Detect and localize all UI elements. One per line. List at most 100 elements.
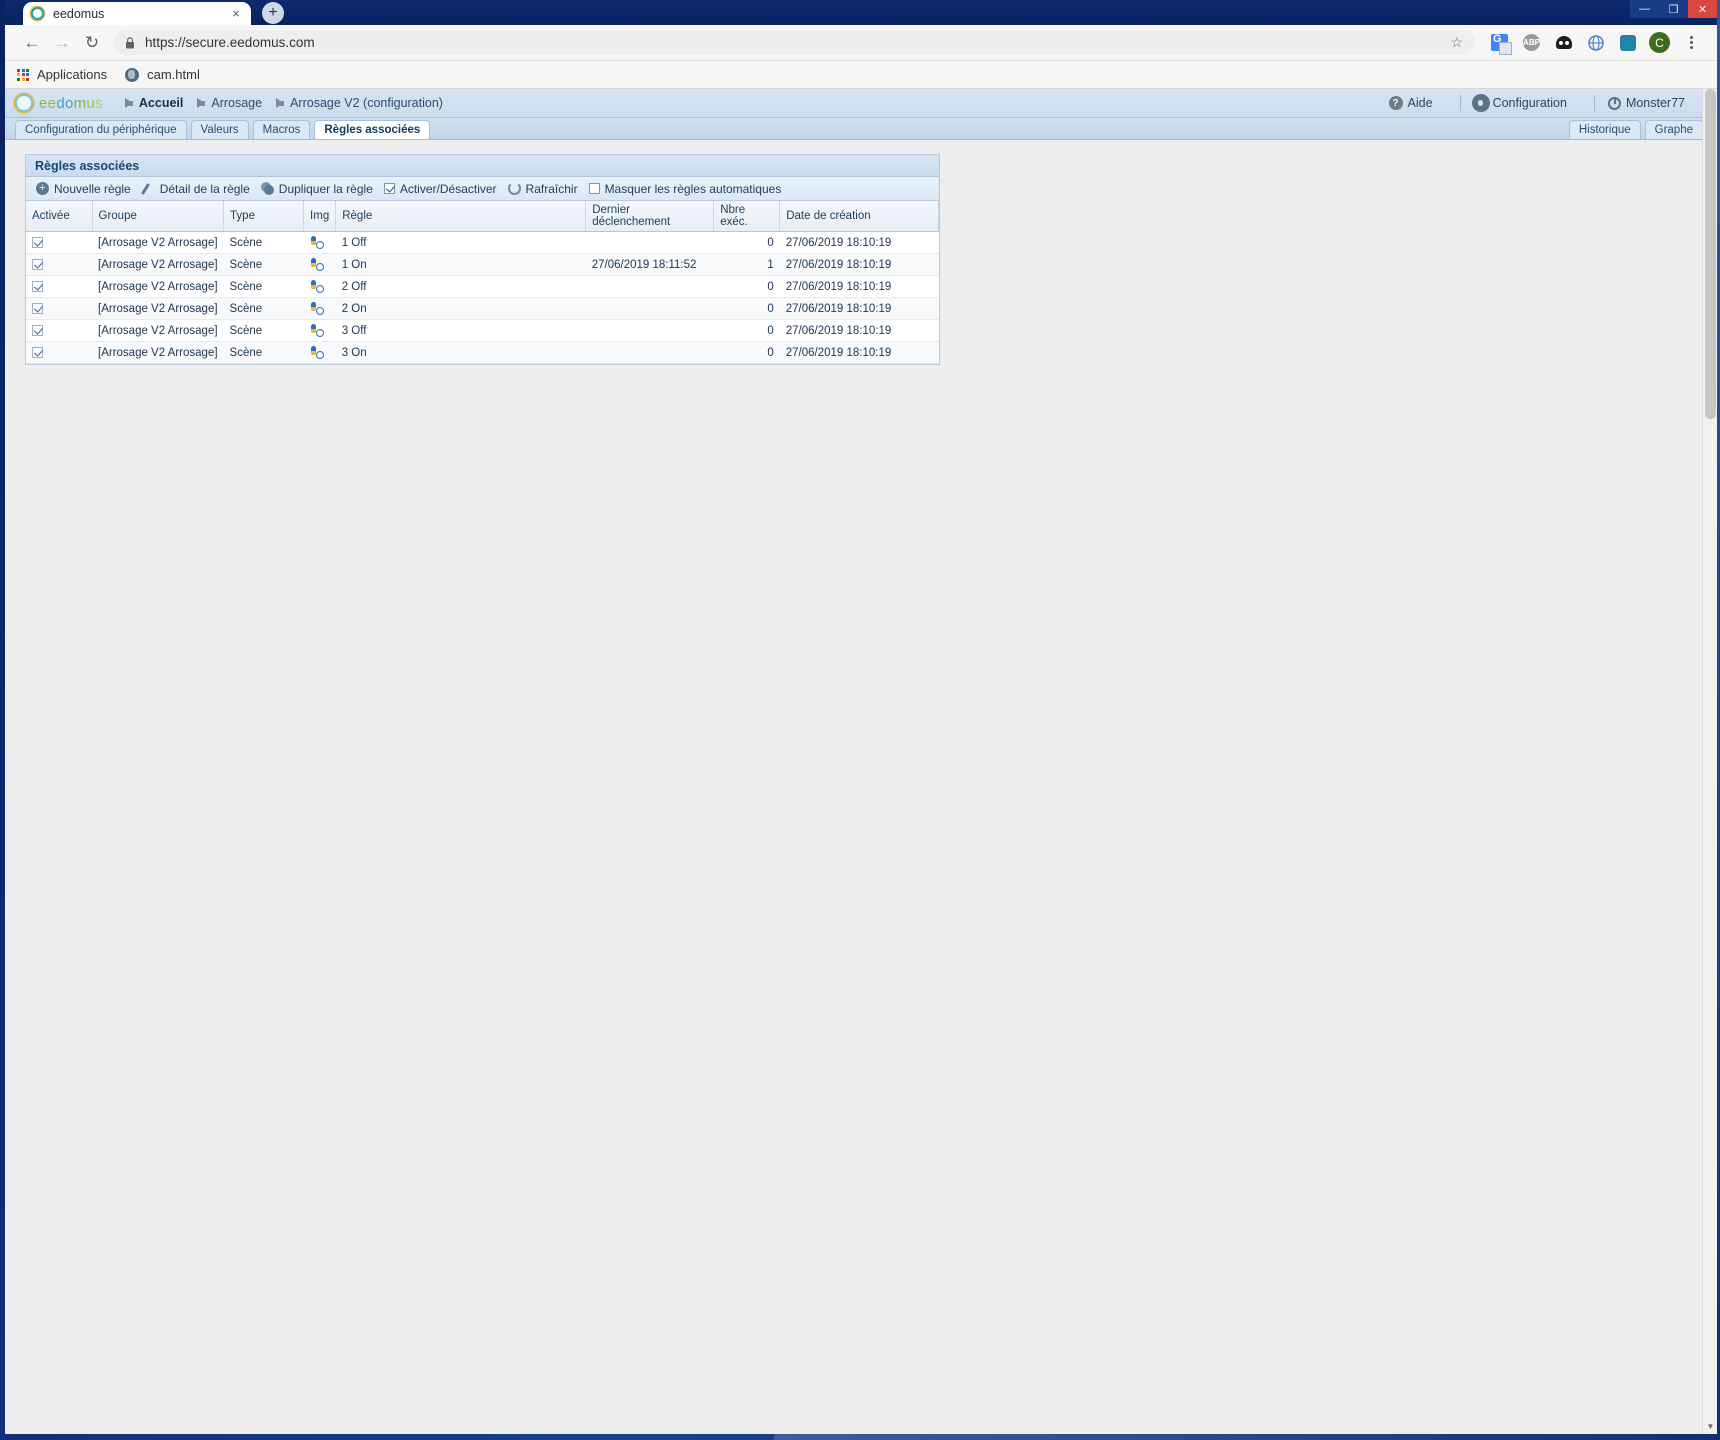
row-checkbox-icon[interactable] <box>32 280 43 292</box>
rule-detail-button[interactable]: Détail de la règle <box>140 182 256 196</box>
url-text: https://secure.eedomus.com <box>145 35 315 50</box>
cell-groupe: [Arrosage V2 Arrosage] <box>92 253 224 276</box>
tab-configuration-peripherique[interactable]: Configuration du périphérique <box>15 120 187 139</box>
new-rule-label: Nouvelle règle <box>54 181 131 196</box>
reload-icon[interactable]: ↻ <box>77 28 107 58</box>
cell-nbre-exec: 1 <box>713 253 780 276</box>
col-header-type[interactable]: Type <box>223 201 305 232</box>
globe-extension-icon[interactable] <box>1580 27 1611 58</box>
cell-dernier-declenchement <box>585 319 714 342</box>
scene-icon <box>310 280 324 293</box>
col-header-date-creation[interactable]: Date de création <box>779 201 939 232</box>
cell-img <box>303 275 336 298</box>
table-row[interactable]: [Arrosage V2 Arrosage] Scène 3 On 0 27/0… <box>26 341 939 364</box>
back-icon[interactable]: ← <box>17 28 47 58</box>
forward-icon[interactable]: → <box>47 28 77 58</box>
minimize-button[interactable]: — <box>1630 0 1659 18</box>
duplicate-rule-button[interactable]: Dupliquer la règle <box>259 182 379 196</box>
eedomus-circle-icon <box>15 94 33 112</box>
pencil-icon <box>142 182 155 195</box>
row-checkbox-icon[interactable] <box>32 324 43 336</box>
tab-macros[interactable]: Macros <box>252 120 311 139</box>
breadcrumb-arrosage[interactable]: Arrosage <box>197 96 262 110</box>
breadcrumb-label: Accueil <box>138 96 184 110</box>
cell-activee[interactable] <box>26 275 92 298</box>
bookmark-cam-html[interactable]: cam.html <box>125 67 200 82</box>
browser-window: eedomus × + — ❐ ✕ ← → ↻ https://secure.e… <box>5 0 1717 1434</box>
rules-toolbar: + Nouvelle règle Détail de la règle Dupl… <box>26 177 939 201</box>
breadcrumb-accueil[interactable]: Accueil <box>124 96 184 110</box>
col-header-dernier-declenchement[interactable]: Dernier déclenchement <box>585 201 715 232</box>
maximize-button[interactable]: ❐ <box>1659 0 1688 18</box>
new-tab-button[interactable]: + <box>262 2 284 24</box>
tab-historique[interactable]: Historique <box>1568 120 1641 139</box>
cell-type: Scène <box>223 231 304 254</box>
apps-grid-icon <box>17 68 29 81</box>
col-header-groupe[interactable]: Groupe <box>92 201 225 232</box>
bookmark-star-icon[interactable]: ☆ <box>1450 34 1463 51</box>
tab-valeurs[interactable]: Valeurs <box>190 120 249 139</box>
close-icon[interactable]: × <box>229 7 243 21</box>
table-row[interactable]: [Arrosage V2 Arrosage] Scène 1 On 27/06/… <box>26 253 939 276</box>
cell-activee[interactable] <box>26 231 92 254</box>
cell-date-creation: 27/06/2019 18:10:19 <box>779 253 939 276</box>
bookmark-applications[interactable]: Applications <box>17 67 107 82</box>
checkbox-icon[interactable] <box>588 183 600 194</box>
close-window-button[interactable]: ✕ <box>1688 0 1717 18</box>
row-checkbox-icon[interactable] <box>32 346 43 358</box>
address-bar[interactable]: https://secure.eedomus.com ☆ <box>113 30 1475 55</box>
eedomus-logo[interactable]: eedomus <box>15 94 103 112</box>
scrollbar-thumb[interactable] <box>1705 89 1716 419</box>
table-row[interactable]: [Arrosage V2 Arrosage] Scène 2 On 0 27/0… <box>26 297 939 320</box>
cell-activee[interactable] <box>26 341 92 364</box>
adblock-plus-icon[interactable]: ABP <box>1516 27 1547 58</box>
extension-dark-icon[interactable] <box>1548 27 1579 58</box>
col-header-img[interactable]: Img <box>303 201 337 232</box>
cell-regle: 3 Off <box>335 319 586 342</box>
rule-detail-label: Détail de la règle <box>159 181 250 196</box>
tab-graphe[interactable]: Graphe <box>1644 120 1703 139</box>
browser-tab-eedomus[interactable]: eedomus × <box>23 2 251 25</box>
checkbox-icon[interactable] <box>383 183 395 194</box>
cell-activee[interactable] <box>26 297 92 320</box>
arrow-right-icon <box>124 98 133 108</box>
app-tab-bar: Configuration du périphérique Valeurs Ma… <box>5 118 1717 140</box>
scene-icon <box>310 324 324 337</box>
new-rule-button[interactable]: + Nouvelle règle <box>34 182 137 196</box>
rules-panel: Règles associées + Nouvelle règle Détail… <box>25 154 940 365</box>
row-checkbox-icon[interactable] <box>32 302 43 314</box>
user-label: Monster77 <box>1625 96 1685 110</box>
page-scrollbar[interactable]: ▲ ▼ <box>1702 89 1717 1434</box>
configuration-label: Configuration <box>1492 96 1567 110</box>
cell-activee[interactable] <box>26 319 92 342</box>
breadcrumb-arrosage-v2[interactable]: Arrosage V2 (configuration) <box>276 96 443 110</box>
tab-regles-associees[interactable]: Règles associées <box>314 120 431 139</box>
cell-img <box>303 253 336 276</box>
enable-disable-button[interactable]: Activer/Désactiver <box>382 182 503 196</box>
col-header-regle[interactable]: Règle <box>335 201 587 232</box>
table-row[interactable]: [Arrosage V2 Arrosage] Scène 2 Off 0 27/… <box>26 275 939 298</box>
google-translate-icon[interactable] <box>1484 27 1515 58</box>
table-row[interactable]: [Arrosage V2 Arrosage] Scène 3 Off 0 27/… <box>26 319 939 342</box>
table-row[interactable]: [Arrosage V2 Arrosage] Scène 1 Off 0 27/… <box>26 231 939 254</box>
cell-nbre-exec: 0 <box>713 341 780 364</box>
user-menu[interactable]: Monster77 <box>1600 93 1707 113</box>
row-checkbox-icon[interactable] <box>32 258 43 270</box>
help-icon: ? <box>1388 96 1403 110</box>
col-header-activee[interactable]: Activée <box>26 201 93 232</box>
cell-activee[interactable] <box>26 253 92 276</box>
refresh-icon <box>507 182 521 195</box>
arrow-right-icon <box>197 98 206 108</box>
cell-date-creation: 27/06/2019 18:10:19 <box>779 319 939 342</box>
configuration-menu[interactable]: Configuration <box>1466 93 1589 113</box>
hide-auto-rules-toggle[interactable]: Masquer les règles automatiques <box>587 182 788 196</box>
kebab-menu-icon[interactable] <box>1676 27 1707 58</box>
cast-icon[interactable] <box>1612 27 1643 58</box>
col-header-nbre-exec[interactable]: Nbre exéc. <box>713 201 781 232</box>
help-menu[interactable]: ? Aide <box>1381 93 1455 113</box>
refresh-button[interactable]: Rafraîchir <box>506 182 584 196</box>
avatar[interactable]: C <box>1644 27 1675 58</box>
scroll-down-icon[interactable]: ▼ <box>1703 1419 1717 1434</box>
row-checkbox-icon[interactable] <box>32 236 43 248</box>
cell-img <box>303 231 336 254</box>
